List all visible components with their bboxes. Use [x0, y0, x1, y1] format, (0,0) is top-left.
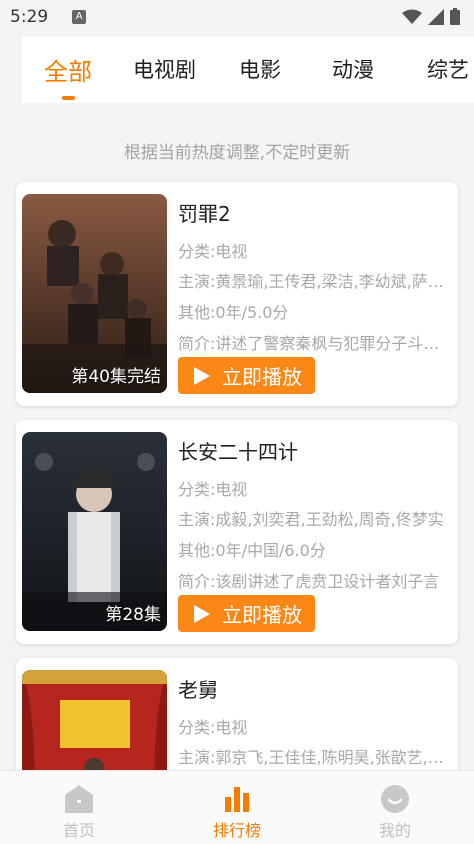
item-category: 分类:电视: [178, 718, 248, 737]
poster-image[interactable]: 第28集: [22, 432, 167, 631]
item-title[interactable]: 罚罪2: [178, 198, 231, 227]
episode-badge: 第28集: [105, 605, 161, 625]
bottom-navigation: 首页 排行榜 我的: [0, 770, 474, 844]
tab-variety[interactable]: 综艺: [427, 54, 469, 84]
item-category: 分类:电视: [178, 480, 248, 499]
category-tabs: 全部 电视剧 电影 动漫 综艺: [22, 37, 474, 103]
item-cast: 主演:成毅,刘奕君,王劲松,周奇,佟梦实: [178, 510, 444, 529]
nav-ranking[interactable]: 排行榜: [177, 771, 297, 844]
home-icon: [65, 785, 93, 813]
list-item[interactable]: 第40集完结 罚罪2 分类:电视 主演:黄景瑜,王传君,梁洁,李幼斌,萨日娜 其…: [16, 182, 458, 406]
item-title[interactable]: 长安二十四计: [178, 436, 298, 465]
profile-icon: [381, 785, 409, 813]
wifi-icon: [402, 9, 422, 24]
nav-home-label: 首页: [62, 821, 95, 840]
ranking-bar-icon: [225, 787, 249, 812]
a-icon: A: [72, 10, 87, 24]
episode-badge: 第40集完结: [71, 367, 161, 387]
nav-profile[interactable]: 我的: [335, 771, 455, 844]
play-now-button[interactable]: 立即播放: [178, 595, 315, 632]
item-cast: 主演:郭京飞,王佳佳,陈明昊,张歆艺,马丽: [178, 748, 453, 767]
play-icon: [194, 366, 210, 385]
play-icon: [194, 604, 210, 623]
tab-tv-series[interactable]: 电视剧: [133, 54, 196, 84]
item-title[interactable]: 老舅: [178, 674, 218, 703]
list-item[interactable]: 第28集 长安二十四计 分类:电视 主演:成毅,刘奕君,王劲松,周奇,佟梦实 其…: [16, 420, 458, 644]
active-tab-indicator: [62, 96, 75, 100]
nav-ranking-label: 排行榜: [212, 821, 261, 840]
status-icons: [402, 8, 460, 25]
play-now-label: 立即播放: [222, 365, 302, 389]
item-category: 分类:电视: [178, 242, 248, 261]
item-other: 其他:0年/中国/6.0分: [178, 541, 326, 560]
tab-anime[interactable]: 动漫: [332, 54, 374, 84]
nav-profile-label: 我的: [378, 821, 411, 840]
poster-image[interactable]: 第40集完结: [22, 194, 167, 393]
signal-icon: [428, 8, 444, 25]
item-other: 其他:0年/5.0分: [178, 303, 289, 322]
item-intro: 简介:该剧讲述了虎贲卫设计者刘子言: [178, 572, 440, 591]
battery-icon: [450, 8, 460, 25]
status-time: 5:29: [10, 7, 49, 27]
tab-movies[interactable]: 电影: [239, 54, 281, 84]
status-bar: 5:29 A: [0, 0, 474, 34]
item-cast: 主演:黄景瑜,王传君,梁洁,李幼斌,萨日娜: [178, 272, 453, 291]
ranking-notice: 根据当前热度调整,不定时更新: [123, 143, 351, 163]
nav-home[interactable]: 首页: [19, 771, 139, 844]
tab-all[interactable]: 全部: [44, 52, 92, 87]
play-now-label: 立即播放: [222, 603, 302, 627]
play-now-button[interactable]: 立即播放: [178, 357, 315, 394]
item-intro: 简介:讲述了警察秦枫与犯罪分子斗智斗勇: [178, 334, 453, 353]
